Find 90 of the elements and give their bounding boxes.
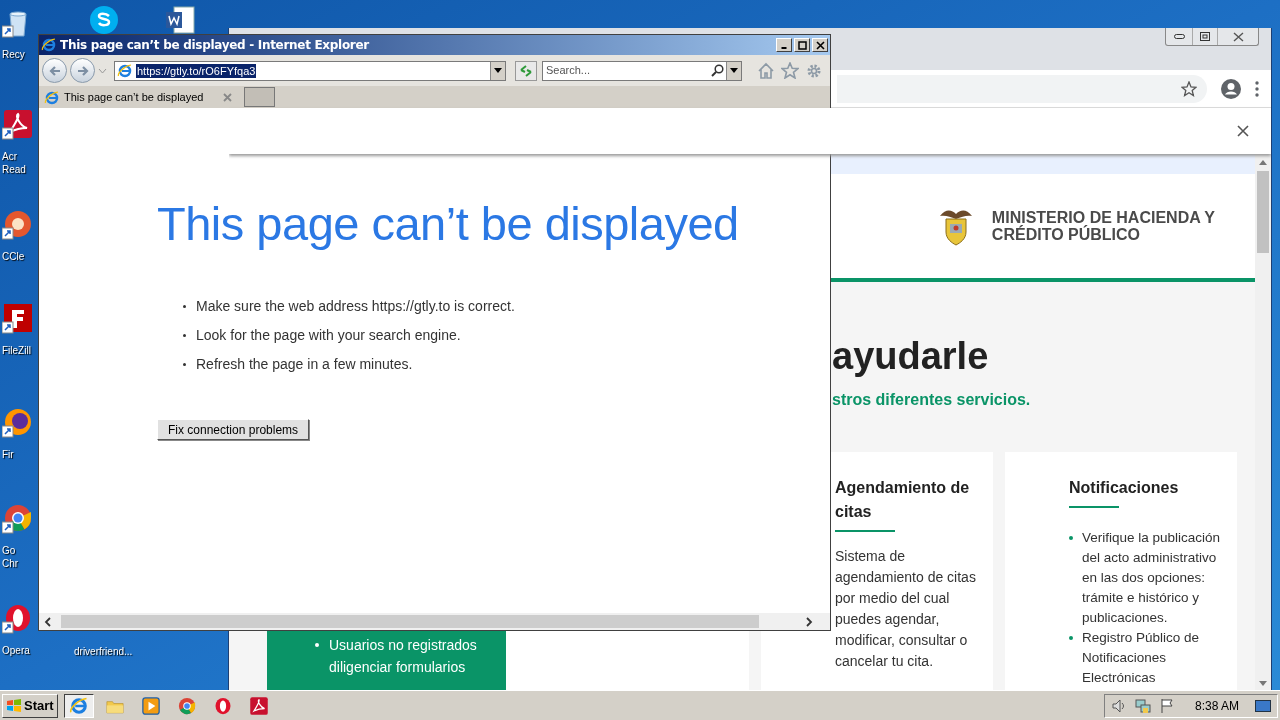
media-player-icon[interactable] [140,695,161,716]
minimize-icon [1173,34,1185,39]
pdf-app-icon[interactable] [2,108,34,140]
icon-label: Acr Read [2,150,26,176]
flag-icon[interactable] [1158,697,1175,714]
icon-label: FileZill [2,344,31,357]
pdf-app-icon[interactable] [248,695,269,716]
address-field[interactable]: https://gtly.to/rO6FYfqa3 [114,60,506,81]
scroll-up-icon[interactable] [1259,160,1267,165]
profile-icon[interactable] [1221,78,1241,99]
dropdown-button[interactable] [490,61,505,80]
chrome-browser-icon[interactable] [176,695,197,716]
bullet-icon [183,305,186,308]
bullet-icon [183,363,186,366]
menu-icon[interactable] [1255,80,1259,97]
start-button[interactable]: Start [2,693,58,718]
star-icon[interactable] [1181,80,1197,97]
caret-icon [730,68,738,73]
close-icon [1232,31,1244,42]
maximize-icon [796,39,808,51]
address-field[interactable] [837,74,1207,103]
back-arrow-icon [47,64,62,77]
icon-label: CCle [2,250,25,263]
taskbar-app-button[interactable] [63,693,94,718]
restore-icon [1200,32,1210,41]
scroll-right-icon[interactable] [804,616,814,627]
fox-browser-icon[interactable] [2,406,34,438]
maximize-button[interactable] [1192,28,1218,45]
tip-text: Refresh the page in a few minutes. [196,355,413,374]
window-title: This page can’t be displayed - Internet Explorer [60,37,369,54]
title-underline [1069,506,1119,508]
chrome-browser-icon[interactable] [2,502,34,534]
refresh-icon [519,64,533,77]
show-desktop-button[interactable] [1255,699,1271,712]
scroll-left-icon[interactable] [43,616,53,627]
star-icon[interactable] [781,62,799,79]
vertical-scrollbar[interactable] [1255,154,1271,690]
dropdown-button[interactable] [726,61,741,80]
fix-connection-button[interactable]: Fix connection problems [157,419,310,440]
icon-label: Go Chr [2,544,19,570]
search-input[interactable]: Search... [546,62,696,79]
bullet-icon [183,334,186,337]
horizontal-scrollbar[interactable] [39,613,830,630]
windows-logo-icon [6,697,22,714]
icon-label: Recy [2,48,25,61]
tab-title: This page can’t be displayed [64,90,204,106]
document-app-icon[interactable] [164,4,196,36]
ie-browser-icon[interactable] [41,37,57,53]
speaker-icon[interactable] [1110,697,1127,714]
icon-label: Opera [2,644,30,657]
page-subtitle: stros diferentes servicios. [832,390,1031,410]
error-heading: This page can’t be displayed [157,196,739,252]
tip-text: Make sure the web address https://gtly.to is correct. [196,297,515,316]
card-text: Registro Público de Notificaciones Electrónicas [1082,629,1201,687]
card-title: Agendamiento de citas [835,478,971,522]
close-button[interactable] [812,38,828,52]
bullet-icon [315,643,319,647]
ie-browser-icon[interactable] [117,62,133,79]
close-icon [814,39,826,51]
cleaner-app-icon[interactable] [2,208,34,240]
card-text: Verifique la publicación del acto administrativo en las dos opciones: trámite e histórico y publicaciones. [1082,529,1222,627]
page-heading: ayudarle [832,335,989,377]
card-title: Notificaciones [1069,478,1179,498]
forward-button[interactable] [70,58,95,83]
close-icon[interactable] [1237,125,1249,137]
ftp-app-icon[interactable] [2,302,34,334]
forward-arrow-icon [75,64,90,77]
search-icon[interactable] [711,64,724,77]
ministry-name: MINISTERIO DE HACIENDA Y CRÉDITO PÚBLICO [991,209,1215,243]
minimize-button[interactable] [776,38,792,52]
tip-text: Look for the page with your search engine. [196,326,461,345]
refresh-button[interactable] [515,60,537,81]
network-icon[interactable] [1134,697,1151,714]
scroll-down-icon[interactable] [1259,681,1267,686]
clock[interactable]: 8:38 AM [1194,696,1239,715]
minimize-icon [781,47,787,49]
scrollbar-thumb[interactable] [1257,171,1269,253]
address-text: https://gtly.to/rO6FYfqa3 [136,63,257,78]
card-text: Usuarios no registrados diligenciar formularios [329,636,478,677]
title-underline [835,530,895,532]
icon-label: driverfriend... [74,645,133,658]
scrollbar-thumb[interactable] [61,615,759,628]
bullet-icon [1069,636,1073,640]
chat-app-icon[interactable] [88,4,120,36]
caret-icon [494,68,502,73]
icon-label: Fir [2,448,14,461]
card-text: Sistema de agendamiento de citas por medio del cual puedes agendar, modificar, consultar o cancelar tu cita. [835,547,977,671]
bullet-icon [1069,536,1073,540]
back-button[interactable] [42,58,67,83]
search-field[interactable]: Search... [542,60,742,81]
